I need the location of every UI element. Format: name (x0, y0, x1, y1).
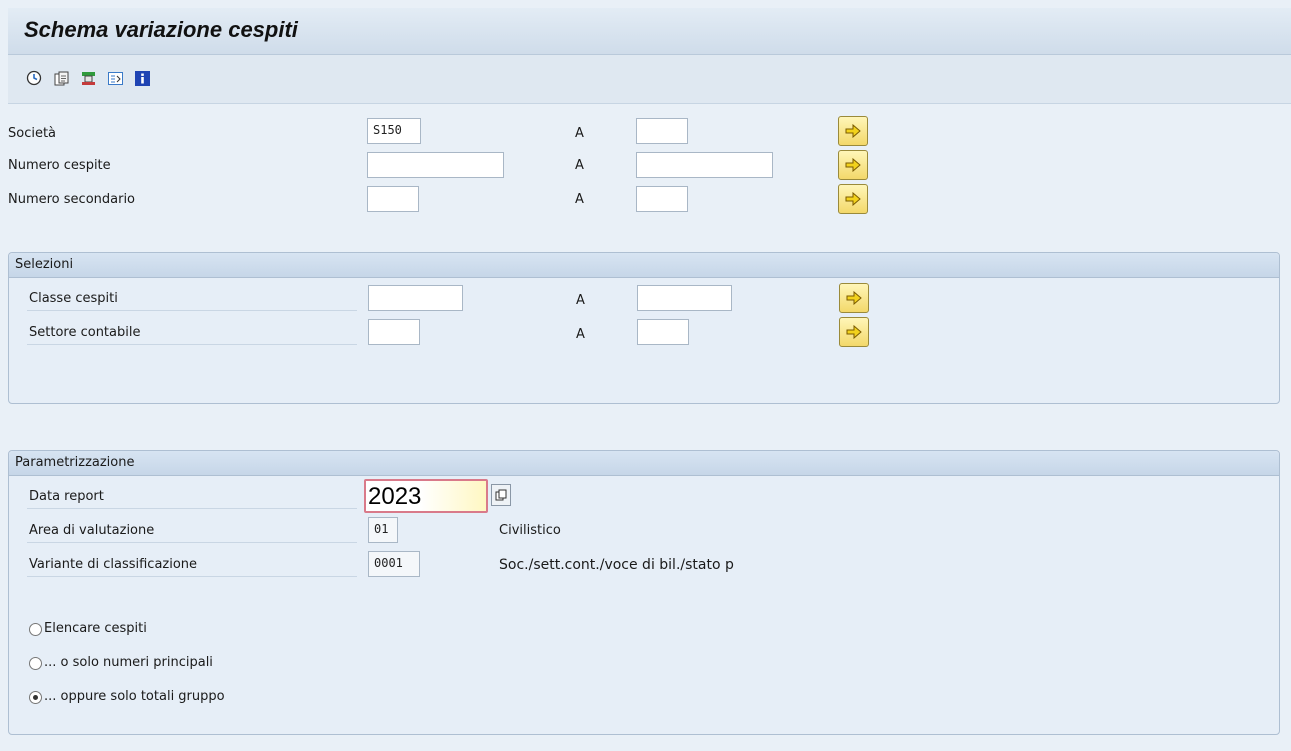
get-variant-button[interactable] (51, 68, 71, 88)
data-report-value: 2023 (368, 483, 422, 510)
radio-label: ... o solo numeri principali (44, 655, 213, 670)
variante-classificazione-field[interactable]: 0001 (368, 551, 420, 577)
row-underline (27, 310, 357, 311)
row-underline (27, 508, 357, 509)
page-title: Schema variazione cespiti (24, 17, 298, 42)
radio-option-numeri-principali[interactable]: ... o solo numeri principali (29, 655, 329, 673)
settore-contabile-to-field[interactable] (637, 319, 689, 345)
parametrizzazione-group-title: Parametrizzazione (15, 455, 135, 470)
settore-contabile-multiple-selection-button[interactable] (839, 317, 869, 347)
settore-contabile-from-field[interactable] (368, 319, 420, 345)
info-icon (134, 70, 150, 86)
title-bar: Schema variazione cespiti (8, 8, 1291, 55)
data-report-calendar-button[interactable] (491, 484, 511, 506)
execute-clock-icon (26, 70, 42, 86)
societa-label: Società (8, 126, 57, 141)
area-valutazione-label: Area di valutazione (29, 523, 155, 538)
numero-secondario-to-field[interactable] (636, 186, 688, 212)
copy-icon (495, 489, 507, 501)
societa-multiple-selection-button[interactable] (838, 116, 868, 146)
numero-secondario-label: Numero secondario (8, 192, 136, 207)
numero-secondario-multiple-selection-button[interactable] (838, 184, 868, 214)
multiple-selection-icon (107, 71, 123, 85)
row-underline (27, 576, 357, 577)
radio-button[interactable] (29, 657, 42, 670)
societa-to-label: A (575, 126, 584, 141)
settore-contabile-to-label: A (576, 327, 585, 342)
data-report-field[interactable]: 2023 (364, 479, 488, 513)
numero-cespite-from-field[interactable] (367, 152, 504, 178)
multiple-selection-button[interactable] (105, 68, 125, 88)
classe-cespiti-to-label: A (576, 293, 585, 308)
parametrizzazione-group-header: Parametrizzazione (9, 451, 1279, 476)
selezioni-group: Selezioni Classe cespiti A Settore conta… (8, 252, 1280, 404)
societa-from-field[interactable]: S150 (367, 118, 421, 144)
execute-button[interactable] (24, 68, 44, 88)
numero-secondario-to-label: A (575, 192, 584, 207)
selezioni-group-header: Selezioni (9, 253, 1279, 278)
row-underline (27, 344, 357, 345)
area-valutazione-field[interactable]: 01 (368, 517, 398, 543)
arrow-right-icon (846, 325, 862, 339)
radio-button[interactable] (29, 623, 42, 636)
get-variant-icon (54, 71, 68, 85)
arrow-right-icon (845, 158, 861, 172)
data-report-label: Data report (29, 489, 104, 504)
arrow-right-icon (845, 124, 861, 138)
selection-options-icon (81, 71, 95, 85)
variante-classificazione-desc: Soc./sett.cont./voce di bil./stato p (499, 557, 734, 573)
numero-cespite-label: Numero cespite (8, 158, 111, 173)
arrow-right-icon (845, 192, 861, 206)
variante-classificazione-label: Variante di classificazione (29, 557, 198, 572)
application-toolbar (8, 55, 1291, 104)
selezioni-group-title: Selezioni (15, 257, 74, 272)
classe-cespiti-to-field[interactable] (637, 285, 732, 311)
parametrizzazione-group: Parametrizzazione Data report 2023 Area … (8, 450, 1280, 735)
selection-options-button[interactable] (78, 68, 98, 88)
numero-cespite-to-label: A (575, 158, 584, 173)
info-button[interactable] (132, 68, 152, 88)
row-underline (27, 542, 357, 543)
classe-cespiti-multiple-selection-button[interactable] (839, 283, 869, 313)
radio-label: Elencare cespiti (44, 621, 147, 636)
radio-label: ... oppure solo totali gruppo (44, 689, 225, 704)
numero-secondario-from-field[interactable] (367, 186, 419, 212)
arrow-right-icon (846, 291, 862, 305)
area-valutazione-desc: Civilistico (499, 523, 561, 538)
numero-cespite-to-field[interactable] (636, 152, 773, 178)
radio-button-selected[interactable] (29, 691, 42, 704)
societa-to-field[interactable] (636, 118, 688, 144)
radio-option-totali-gruppo[interactable]: ... oppure solo totali gruppo (29, 689, 329, 707)
numero-cespite-multiple-selection-button[interactable] (838, 150, 868, 180)
radio-option-elencare-cespiti[interactable]: Elencare cespiti (29, 621, 329, 639)
settore-contabile-label: Settore contabile (29, 325, 141, 340)
classe-cespiti-label: Classe cespiti (29, 291, 118, 306)
classe-cespiti-from-field[interactable] (368, 285, 463, 311)
